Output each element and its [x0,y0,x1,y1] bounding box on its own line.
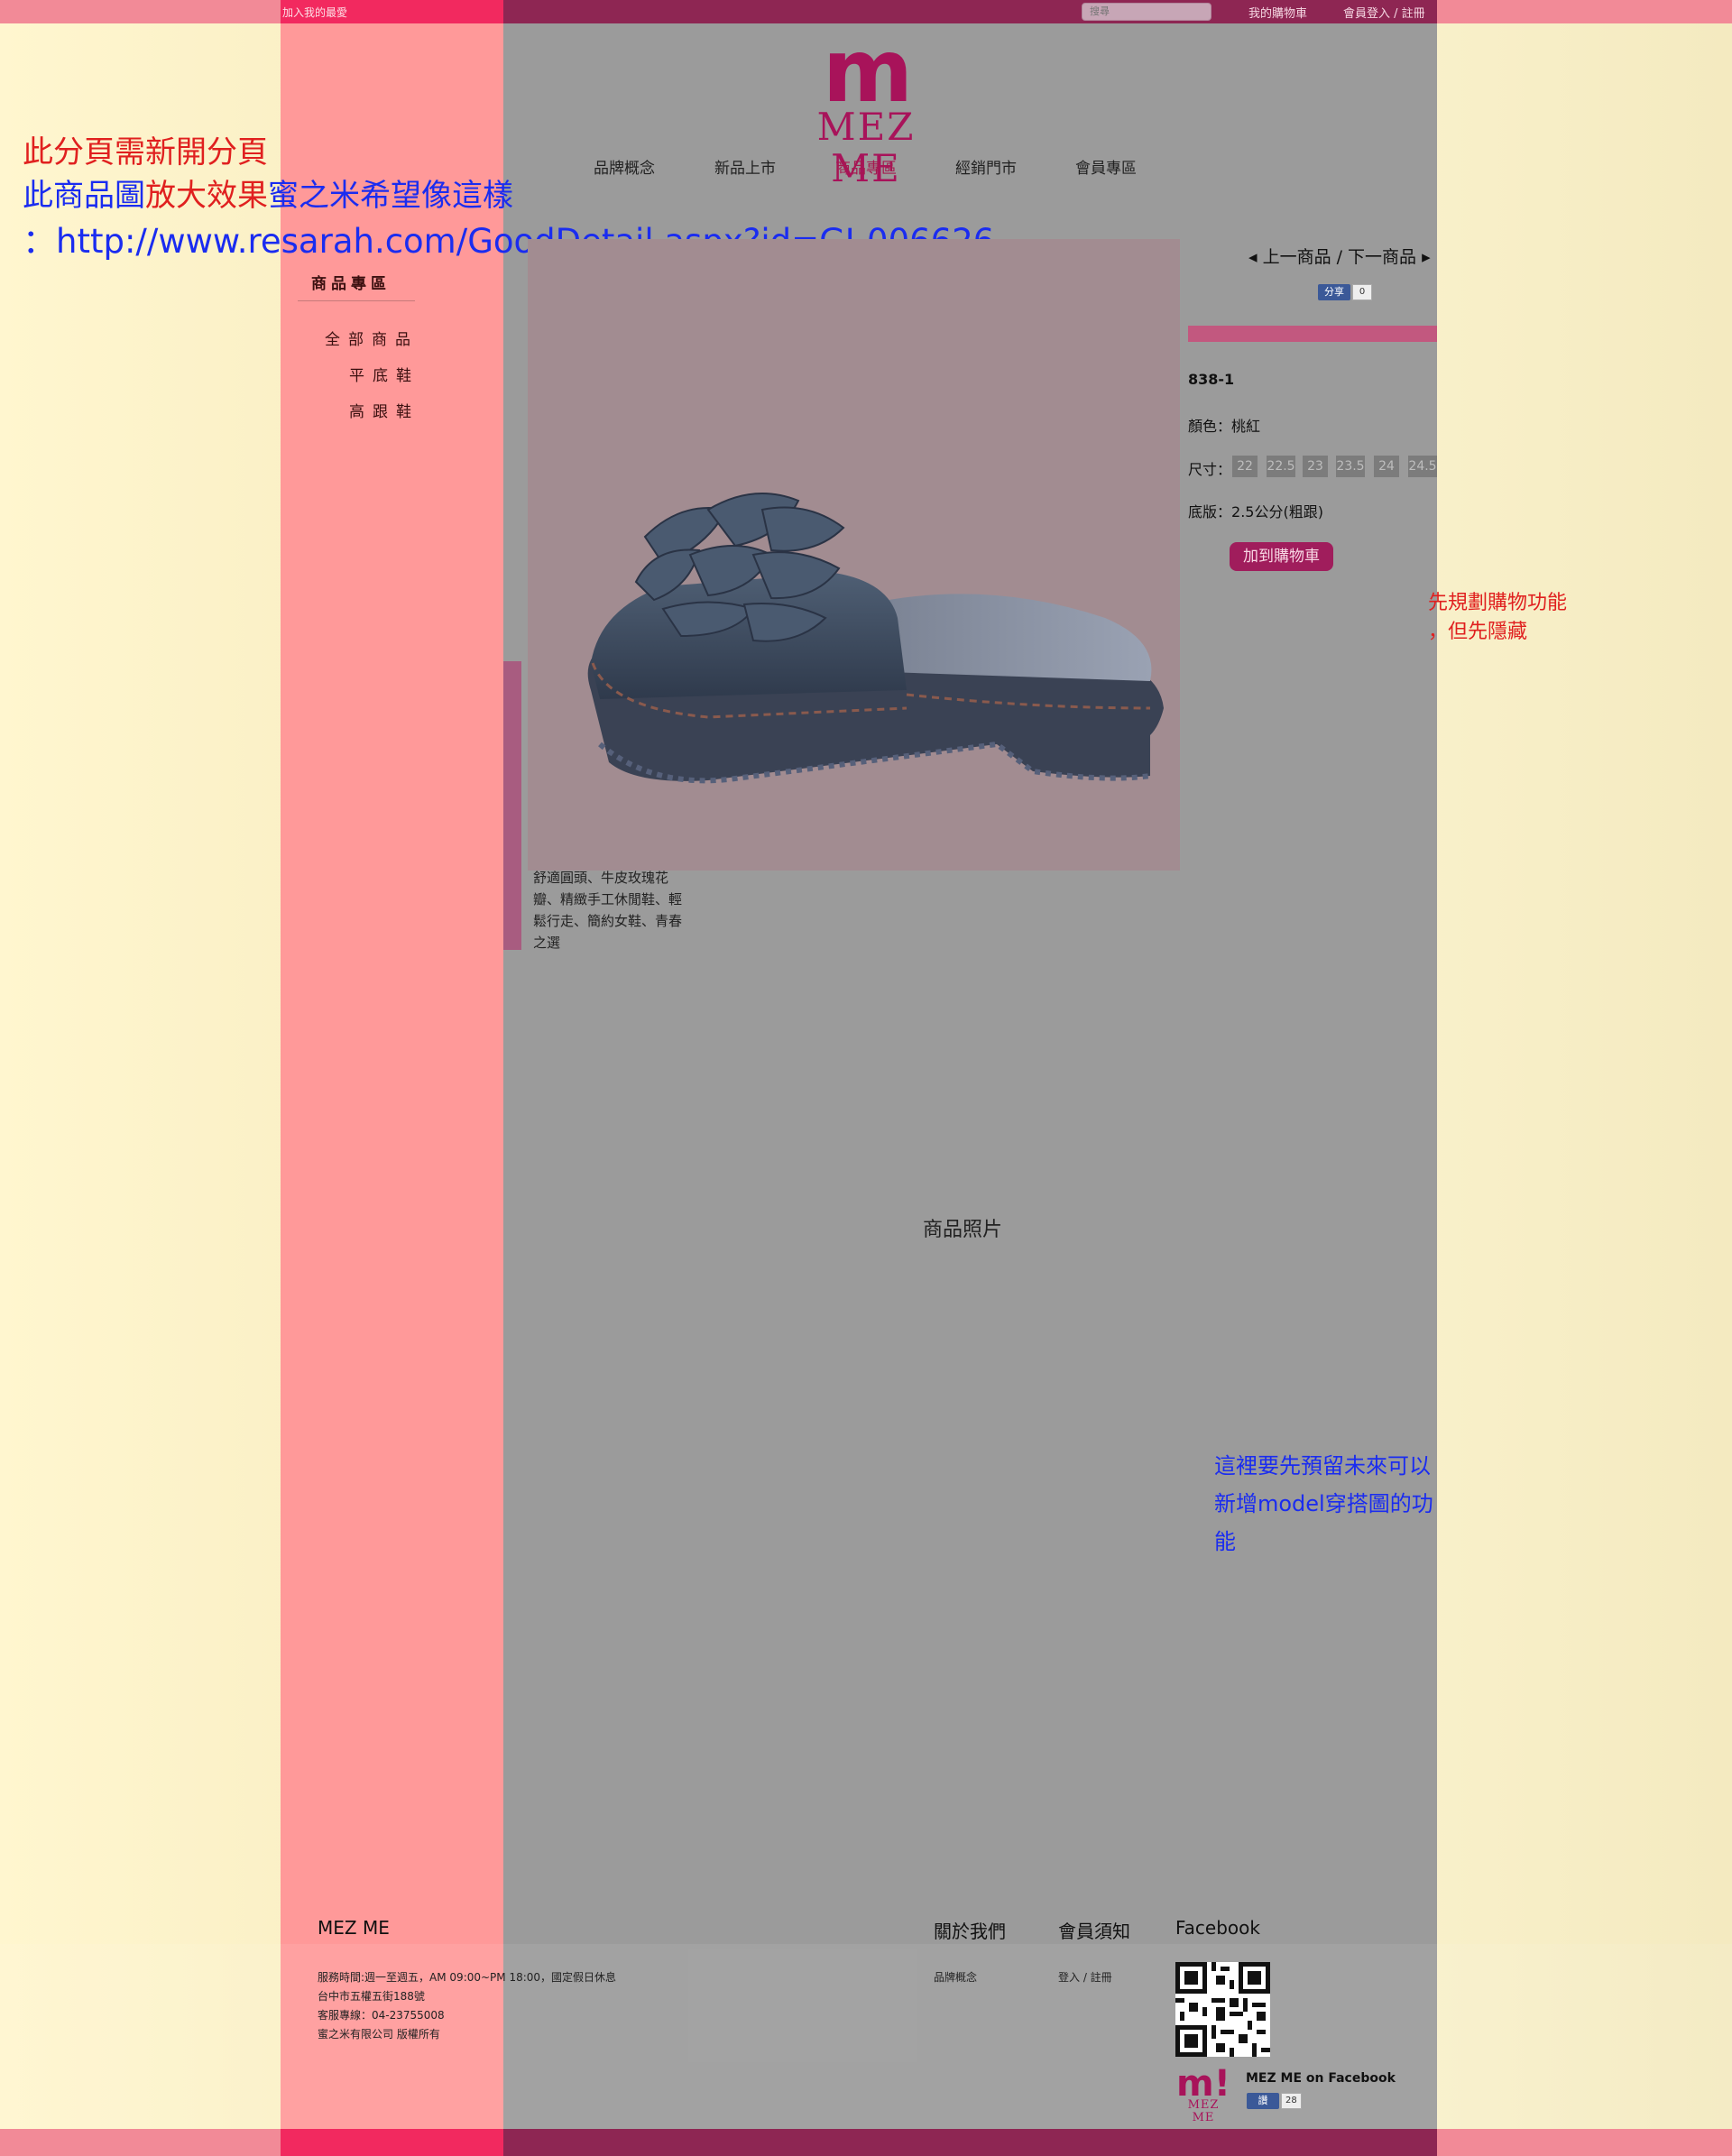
product-info-strip [1188,326,1437,342]
sidebar-item-all-products[interactable]: 全部商品 [325,327,419,349]
fb-share-button[interactable]: 分享 [1318,283,1350,300]
nav-item-brand-concept[interactable]: 品牌概念 [594,155,655,178]
fb-share-widget[interactable]: 分享 0 [1318,282,1372,300]
size-option[interactable]: 23.5 [1336,456,1365,477]
add-favorite-link[interactable]: 加入我的最愛 [282,5,347,20]
annotation-new-tab: 此分頁需新開分頁 [23,134,268,170]
logo-mark: m [822,21,913,122]
annotation-cart-note-2: ，但先隱藏 [1428,621,1528,643]
footer [0,1944,1732,2129]
size-option[interactable]: 22.5 [1267,456,1295,477]
product-photos-heading: 商品照片 [923,1219,1003,1241]
size-option[interactable]: 22 [1232,456,1258,477]
color-label: 顏色： [1188,418,1232,435]
fb-like-button[interactable]: 讚 [1247,2092,1279,2109]
bottom-bar [0,2129,1732,2156]
annotation-zoom-effect: 此商品圖放大效果蜜之米希望像這樣 [23,170,513,215]
nav-item-stores[interactable]: 經銷門市 [955,155,1017,178]
footer-hours: 服務時間:週一至週五，AM 09:00~PM 18:00，國定假日休息 [318,1971,617,1984]
product-color: 顏色：桃紅 [1188,414,1260,436]
sidebar-item-flats[interactable]: 平底鞋 [349,363,419,385]
prev-next-label[interactable]: 上一商品 / 下一商品 [1263,247,1416,267]
bottom-bar-left-segment [281,2129,503,2156]
add-to-cart-button[interactable]: 加到購物車 [1230,542,1333,571]
shoe-illustration [587,493,1164,784]
prev-arrow-icon[interactable]: ◂ [1248,247,1263,267]
sole-value: 2.5公分(粗跟) [1231,503,1323,521]
footer-copyright: 蜜之米有限公司 版權所有 [318,2028,440,2041]
footer-address: 台中市五權五街188號 [318,1990,425,2003]
qr-code-icon [1175,1962,1270,2057]
sidebar-divider [298,300,415,301]
footer-brand: MEZ ME [318,1917,390,1939]
sole-label: 底版： [1188,503,1232,521]
bottom-bar-main-segment [503,2129,1437,2156]
footer-about-title: 關於我們 [934,1921,1006,1942]
side-scrollbar[interactable] [503,661,521,950]
sidebar-title: 商品專區 [311,275,391,293]
annotation-model-note-3: 能 [1214,1529,1236,1554]
color-value: 桃紅 [1231,418,1261,435]
annotation-zoom-part1: 此商品圖 [23,178,145,214]
nav-item-member[interactable]: 會員專區 [1075,155,1137,178]
fb-share-count: 0 [1352,283,1372,300]
annotation-zoom-part2: 放大效果 [145,178,268,214]
prev-next-nav[interactable]: ◂ 上一商品 / 下一商品 ▸ [1248,244,1431,268]
fb-like-widget[interactable]: 讚 28 [1247,2091,1302,2109]
size-option[interactable]: 24.5 [1408,456,1437,477]
fb-logo-mark: m! [1176,2063,1230,2105]
product-sole: 底版：2.5公分(粗跟) [1188,500,1323,521]
product-description: 舒適圓頭、牛皮玫瑰花瓣、精緻手工休閒鞋、輕鬆行走、簡約女鞋、青春之選 [533,870,683,951]
size-label: 尺寸： [1188,461,1232,478]
footer-member-link[interactable]: 登入 / 註冊 [1058,1969,1112,1985]
next-arrow-icon[interactable]: ▸ [1416,247,1431,267]
product-image[interactable] [528,239,1180,871]
sidebar-item-heels[interactable]: 高跟鞋 [349,399,419,421]
nav-item-new-arrivals[interactable]: 新品上市 [714,155,776,178]
size-option[interactable]: 24 [1374,456,1399,477]
footer-facebook-title: Facebook [1175,1917,1260,1939]
brand-logo[interactable]: m MEZ ME [776,21,956,189]
fb-like-count: 28 [1281,2092,1302,2109]
annotation-cart-note-1: 先規劃購物功能 [1428,592,1568,614]
nav-item-products[interactable]: 商品專區 [835,155,897,178]
annotation-zoom-part3: 蜜之米希望像這樣 [268,178,513,214]
search-input[interactable] [1082,3,1211,21]
fb-page-logo[interactable]: m! MEZ ME [1175,2063,1232,2124]
footer-member-title: 會員須知 [1058,1921,1130,1942]
annotation-model-note-2: 新增model穿搭圖的功 [1214,1491,1433,1516]
footer-phone: 客服專線：04-23755008 [318,2009,445,2022]
my-cart-link[interactable]: 我的購物車 [1248,4,1307,21]
login-register-link[interactable]: 會員登入 / 註冊 [1343,4,1425,21]
annotation-model-note-1: 這裡要先預留未來可以 [1214,1453,1431,1479]
product-code: 838-1 [1188,371,1235,388]
fb-page-name[interactable]: MEZ ME on Facebook [1246,2071,1396,2086]
size-option[interactable]: 23 [1303,456,1328,477]
footer-about-link[interactable]: 品牌概念 [934,1969,977,1985]
